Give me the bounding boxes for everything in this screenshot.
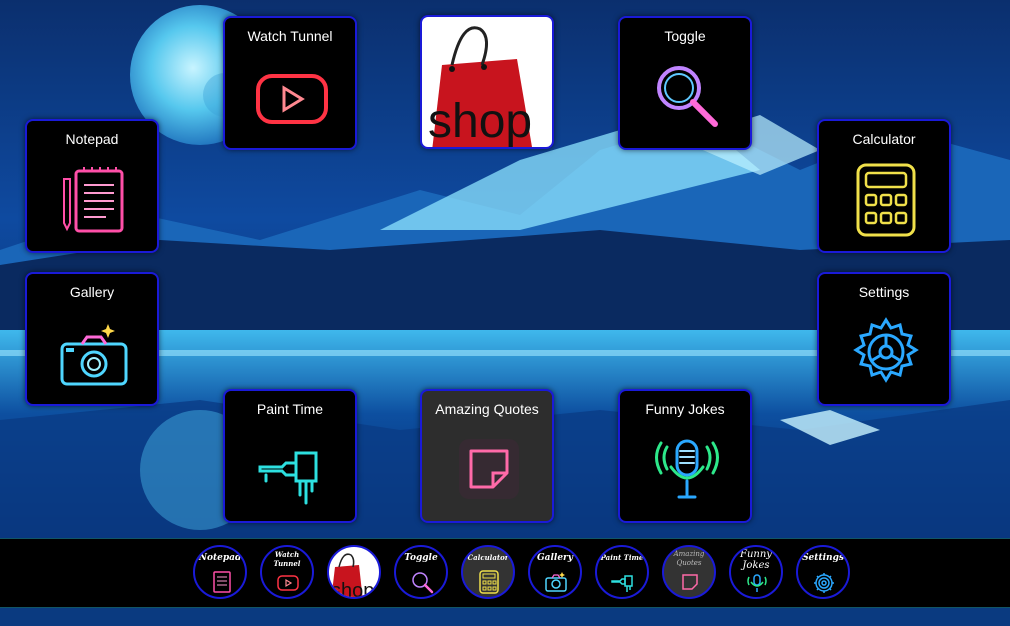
dock-amazing-label: Amazing: [673, 550, 705, 558]
toggle-tile[interactable]: Toggle: [618, 16, 752, 150]
dock-toggle-label: Toggle: [404, 553, 438, 563]
calculator-label: Calculator: [852, 131, 916, 147]
watch-tunnel-label: Watch Tunnel: [247, 28, 333, 44]
gallery-tile[interactable]: Gallery: [25, 272, 159, 406]
dock-notepad[interactable]: Notepad: [193, 545, 247, 599]
shop-tile[interactable]: shop: [420, 15, 554, 149]
notepad-label: Notepad: [65, 131, 119, 147]
dock-toggle[interactable]: Toggle: [394, 545, 448, 599]
dock-quotes-label: Quotes: [676, 559, 702, 567]
dock-paint-time-label: Paint Time: [600, 553, 644, 562]
dock-funny-label: Funny: [740, 549, 772, 560]
microphone-icon: [647, 429, 727, 509]
paint-time-tile[interactable]: Paint Time: [223, 389, 357, 523]
dock-amazing-quotes[interactable]: Amazing Quotes: [662, 545, 716, 599]
sticky-note-icon: [449, 429, 529, 509]
dock-watch-label: Watch: [274, 550, 300, 559]
dock-settings-label: Settings: [802, 553, 844, 563]
microphone-icon: [744, 569, 770, 595]
dock-tunnel-label: Tunnel: [273, 559, 301, 568]
dock-settings[interactable]: Settings: [796, 545, 850, 599]
calculator-icon: [476, 569, 502, 595]
camera-icon: [543, 569, 569, 595]
notepad-icon: [208, 569, 234, 595]
paint-brush-icon: [610, 569, 636, 595]
dock-paint-time[interactable]: Paint Time: [595, 545, 649, 599]
toggle-label: Toggle: [664, 28, 706, 44]
dock-shop[interactable]: shop: [327, 545, 381, 599]
youtube-play-icon: [252, 56, 332, 136]
paint-time-label: Paint Time: [256, 401, 324, 417]
calculator-icon: [846, 159, 926, 239]
gallery-label: Gallery: [69, 284, 115, 300]
calculator-tile[interactable]: Calculator: [817, 119, 951, 253]
dock-calculator[interactable]: Calculator: [461, 545, 515, 599]
dock-funny-jokes[interactable]: Funny Jokes: [729, 545, 783, 599]
dock-gallery-label: Gallery: [536, 553, 574, 563]
gear-icon: [846, 312, 926, 392]
magnifier-icon: [409, 569, 435, 595]
notepad-tile[interactable]: Notepad: [25, 119, 159, 253]
shop-logo-text: shop: [428, 95, 532, 148]
shopping-bag-logo: shop: [331, 553, 374, 599]
settings-label: Settings: [858, 284, 910, 300]
funny-jokes-tile[interactable]: Funny Jokes: [618, 389, 752, 523]
dock-watch-tunnel[interactable]: Watch Tunnel: [260, 545, 314, 599]
sticky-note-icon: [677, 569, 703, 595]
watch-tunnel-tile[interactable]: Watch Tunnel: [223, 16, 357, 150]
camera-icon: [54, 312, 134, 392]
notepad-icon: [54, 159, 134, 239]
magnifier-icon: [647, 56, 727, 136]
paint-brush-icon: [252, 429, 332, 509]
app-dock: Notepad Watch Tunnel shop Toggle Calcula…: [0, 538, 1010, 608]
dock-notepad-label: Notepad: [198, 553, 242, 563]
settings-tile[interactable]: Settings: [817, 272, 951, 406]
dock-gallery[interactable]: Gallery: [528, 545, 582, 599]
shopping-bag-logo: shop: [428, 26, 532, 148]
funny-jokes-label: Funny Jokes: [645, 401, 725, 417]
dock-calculator-label: Calculator: [467, 553, 509, 562]
amazing-quotes-label: Amazing Quotes: [435, 401, 539, 417]
amazing-quotes-tile[interactable]: Amazing Quotes: [420, 389, 554, 523]
gear-icon: [811, 569, 837, 595]
dock-shop-logo-text: shop: [331, 580, 374, 599]
youtube-play-icon: [275, 569, 301, 595]
